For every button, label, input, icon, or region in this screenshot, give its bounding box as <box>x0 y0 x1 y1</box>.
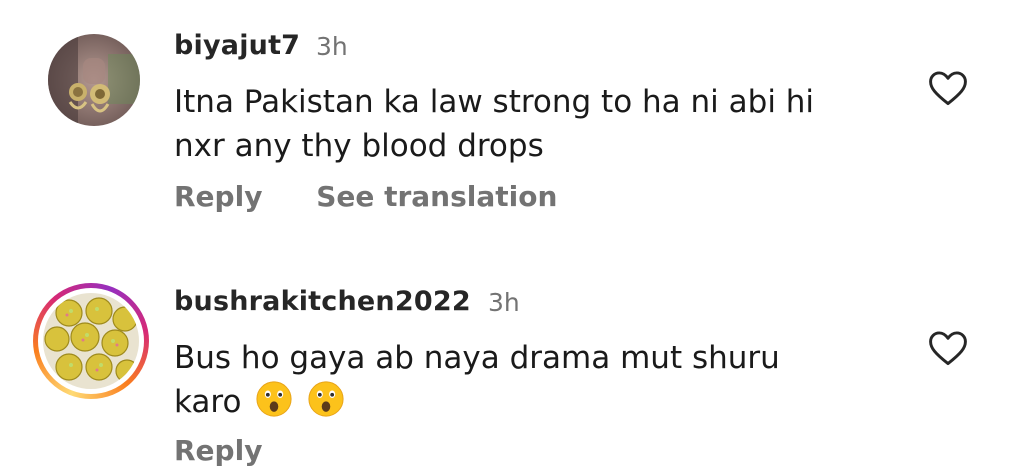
comment-time: 3h <box>316 32 348 61</box>
comment-text-fragment: karo <box>174 384 242 420</box>
astonished-face-icon <box>256 381 292 417</box>
comment-username[interactable]: biyajut7 <box>174 30 300 61</box>
comment-text-line-2: karo <box>174 380 894 424</box>
see-translation-button[interactable]: See translation <box>316 180 557 213</box>
comment-text: Bus ho gaya ab naya drama mut shuru karo <box>174 336 894 424</box>
food-laddu-avatar <box>43 293 139 389</box>
comment-item: biyajut7 3h Itna Pakistan ka law strong … <box>0 0 1024 250</box>
comment-actions: Reply See translation <box>174 180 557 213</box>
comment-actions: Reply <box>174 434 262 467</box>
user-avatar[interactable] <box>43 293 139 389</box>
heart-outline-icon[interactable] <box>926 66 970 110</box>
comment-text: Itna Pakistan ka law strong to ha ni abi… <box>174 80 894 168</box>
comment-text-line: Bus ho gaya ab naya drama mut shuru <box>174 340 780 376</box>
user-avatar[interactable] <box>48 34 140 126</box>
heart-outline-icon[interactable] <box>926 326 970 370</box>
comment-text-line: nxr any thy blood drops <box>174 128 544 164</box>
comment-text-line: Itna Pakistan ka law strong to ha ni abi… <box>174 84 815 120</box>
comment-time: 3h <box>488 288 520 317</box>
comment-username[interactable]: bushrakitchen2022 <box>174 286 471 317</box>
reply-button[interactable]: Reply <box>174 180 262 213</box>
reply-button[interactable]: Reply <box>174 434 262 467</box>
jewelry-photo-avatar <box>48 34 140 126</box>
astonished-face-icon <box>308 381 344 417</box>
